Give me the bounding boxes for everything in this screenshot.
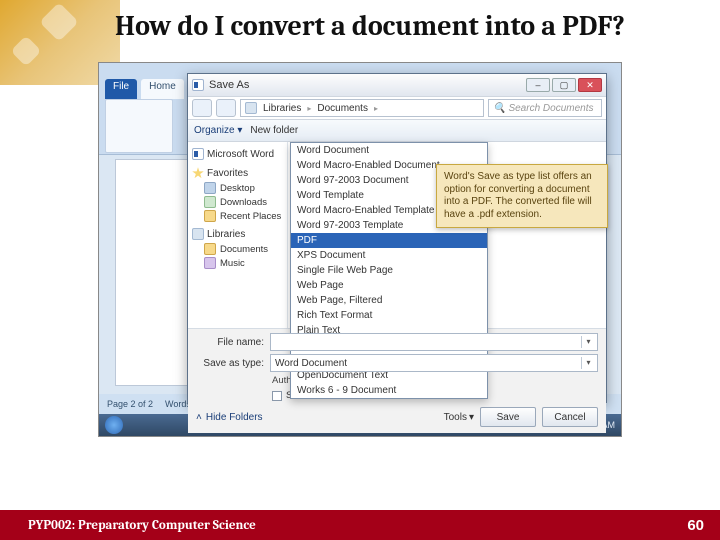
navlink-msword[interactable]: Microsoft Word [190,146,285,162]
forward-button[interactable] [216,99,236,117]
music-icon [204,257,216,269]
organize-button[interactable]: Organize ▾ [194,125,242,136]
word-icon [192,148,204,160]
tab-home[interactable]: Home [141,79,184,99]
slide: How do I convert a document into a PDF? … [0,0,720,540]
navlink-downloads[interactable]: Downloads [190,195,285,209]
navgroup-libraries[interactable]: Libraries [190,226,285,242]
nav-pane: Microsoft Word Favorites Desktop Downloa… [188,142,288,328]
chevron-down-icon: ▾ [469,412,474,423]
type-label: Save as type: [196,358,264,369]
save-button[interactable]: Save [480,407,536,427]
search-icon: 🔍 [493,103,505,114]
desktop-icon [204,182,216,194]
chevron-right-icon: ▸ [374,104,378,113]
navlink-recent[interactable]: Recent Places [190,209,285,223]
folder-icon [204,243,216,255]
course-label: PYP002: Preparatory Computer Science [28,518,256,533]
save-as-dialog: Save As – ▢ ✕ Libraries ▸ Documents ▸ [187,73,607,403]
dialog-toolbar: Organize ▾ New folder [188,120,606,142]
type-option-pdf[interactable]: PDF [291,233,487,248]
maximize-button[interactable]: ▢ [552,78,576,92]
cancel-button[interactable]: Cancel [542,407,598,427]
dialog-titlebar: Save As – ▢ ✕ [188,74,606,96]
folder-icon [204,210,216,222]
back-button[interactable] [192,99,212,117]
type-option[interactable]: XPS Document [291,248,487,263]
tab-file[interactable]: File [105,79,137,99]
status-page: Page 2 of 2 [107,399,153,409]
minimize-button[interactable]: – [526,78,550,92]
type-option[interactable]: Web Page, Filtered [291,293,487,308]
chevron-right-icon: ▸ [307,104,311,113]
start-button[interactable] [105,416,123,434]
slide-footer: PYP002: Preparatory Computer Science 60 [0,510,720,540]
search-placeholder: Search Documents [508,103,593,114]
search-input[interactable]: 🔍 Search Documents [488,99,602,117]
download-icon [204,196,216,208]
chevron-up-icon: ˄ [196,412,202,423]
type-option[interactable]: Rich Text Format [291,308,487,323]
address-bar[interactable]: Libraries ▸ Documents ▸ [240,99,484,117]
breadcrumb-documents[interactable]: Documents [317,103,368,114]
screenshot: FESTIVAL - Microsoft Word File Home Page… [98,62,622,437]
close-button[interactable]: ✕ [578,78,602,92]
type-option[interactable]: Works 6 - 9 Document [291,383,487,398]
navlink-desktop[interactable]: Desktop [190,181,285,195]
chevron-down-icon[interactable]: ▾ [581,357,595,369]
dialog-nav: Libraries ▸ Documents ▸ 🔍 Search Documen… [188,96,606,120]
navlink-music[interactable]: Music [190,256,285,270]
chevron-down-icon[interactable]: ▾ [581,336,595,348]
page-number: 60 [687,517,704,534]
ribbon-group [105,99,173,153]
navgroup-favorites[interactable]: Favorites [190,165,285,181]
tools-button[interactable]: Tools ▾ [444,412,474,423]
filename-input[interactable]: ▾ [270,333,598,351]
slide-title: How do I convert a document into a PDF? [0,10,720,42]
hide-folders-button[interactable]: ˄ Hide Folders [196,412,263,423]
type-option[interactable]: Word Document [291,143,487,158]
callout: Word's Save as type list offers an optio… [436,164,608,228]
save-as-type-select[interactable]: Word Document▾ [270,354,598,372]
star-icon [192,167,204,179]
new-folder-button[interactable]: New folder [250,125,298,136]
dialog-title: Save As [209,79,249,91]
type-option[interactable]: Single File Web Page [291,263,487,278]
library-icon [245,102,257,114]
type-option[interactable]: Web Page [291,278,487,293]
content-pane: Word Document Word Macro-Enabled Documen… [288,142,606,328]
filename-label: File name: [196,337,264,348]
word-icon [192,79,204,91]
library-icon [192,228,204,240]
navlink-documents[interactable]: Documents [190,242,285,256]
breadcrumb-libraries[interactable]: Libraries [263,103,301,114]
save-thumbnail-checkbox[interactable] [272,391,282,401]
